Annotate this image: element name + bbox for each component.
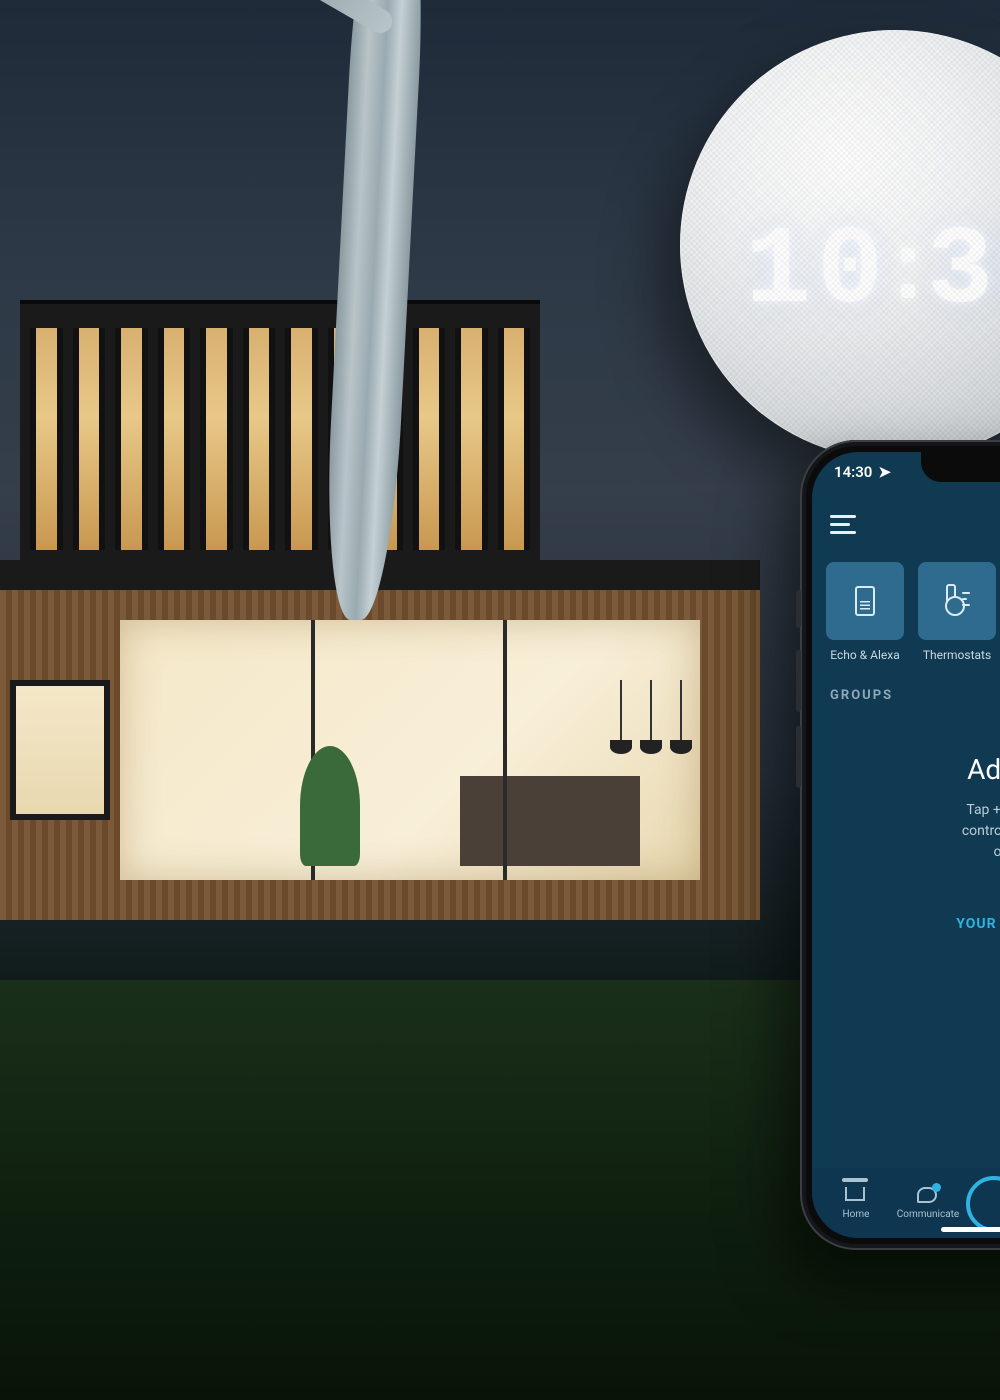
echo-icon (855, 586, 875, 616)
status-clock: 14:30 (834, 463, 872, 481)
app-header: DEVI (812, 500, 1000, 548)
tab-home[interactable]: Home (820, 1187, 892, 1220)
phone-frame: 14:30 ➤ DEVI Echo & Alexa (800, 440, 1000, 1250)
clock-hours: 10 (745, 210, 889, 335)
notification-dot-icon (932, 1183, 941, 1192)
home-indicator[interactable] (941, 1227, 1000, 1232)
echo-clock: 10 35 (745, 210, 1000, 335)
phone-screen: 14:30 ➤ DEVI Echo & Alexa (812, 452, 1000, 1238)
tab-label: Communicate (897, 1209, 959, 1220)
clock-minutes: 35 (927, 210, 1000, 335)
location-icon: ➤ (878, 463, 891, 481)
alexa-app: DEVI Echo & Alexa Thermostats GROUPS (812, 452, 1000, 1238)
groups-empty-state: Add G Tap + to add control multip onc (812, 709, 1000, 875)
card-thermostats[interactable]: Thermostats (918, 562, 996, 662)
groups-title: Add G (836, 753, 1000, 786)
home-icon (845, 1187, 865, 1201)
alexa-voice-button[interactable] (966, 1176, 1000, 1232)
volume-up-button (796, 650, 801, 712)
phone-notch (921, 452, 1000, 482)
volume-down-button (796, 726, 801, 788)
smart-home-link[interactable]: YOUR SMART (812, 875, 1000, 970)
smart-home-link-label: YOUR SMART (956, 916, 1000, 932)
card-label: Thermostats (923, 648, 991, 662)
card-label: Echo & Alexa (830, 648, 899, 662)
mute-switch (796, 590, 801, 628)
device-category-row: Echo & Alexa Thermostats (812, 548, 1000, 670)
card-echo-alexa[interactable]: Echo & Alexa (826, 562, 904, 662)
tab-label: Home (843, 1209, 870, 1220)
clock-colon (901, 248, 915, 298)
status-time: 14:30 ➤ (834, 463, 891, 481)
tab-communicate[interactable]: Communicate (892, 1187, 964, 1220)
thermostat-icon (944, 584, 970, 618)
tree (240, 0, 500, 620)
groups-subtitle: Tap + to add control multip onc (836, 800, 1000, 863)
menu-icon[interactable] (830, 515, 856, 533)
groups-section-label: GROUPS (812, 670, 1000, 709)
